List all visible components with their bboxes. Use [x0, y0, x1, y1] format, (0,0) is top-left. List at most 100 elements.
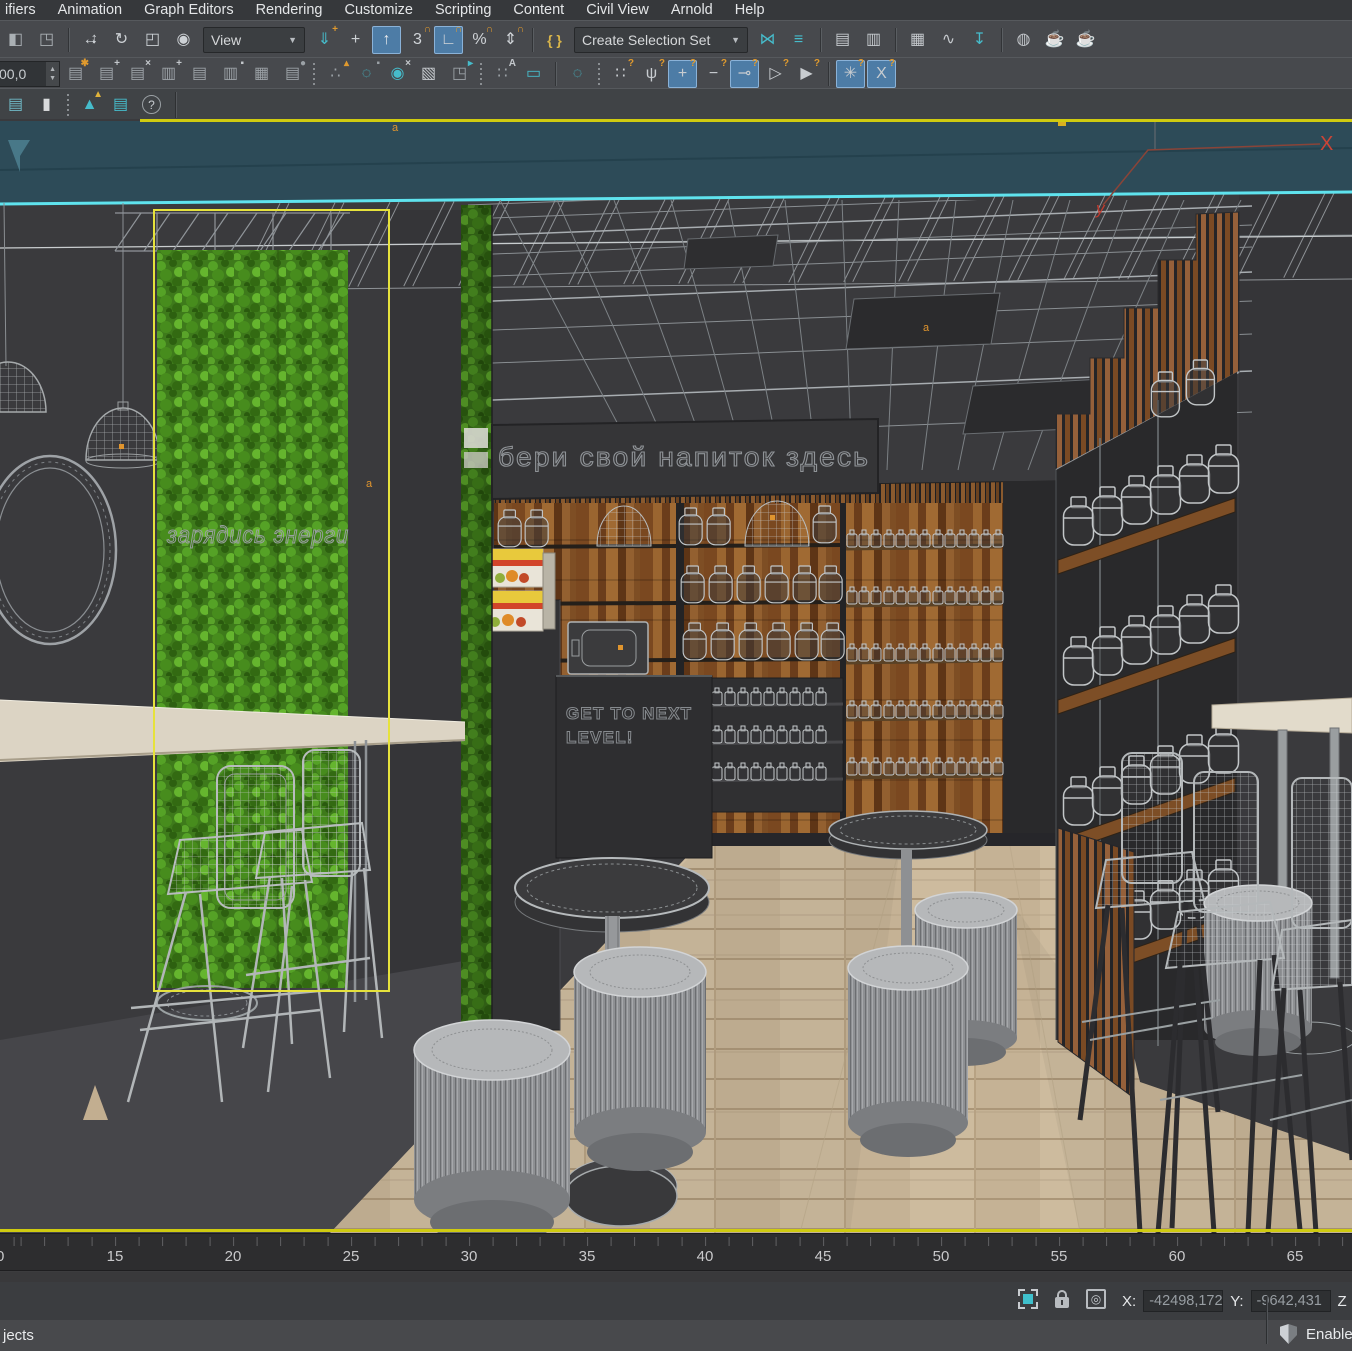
timeline-track-bar[interactable]: 101520253035404550556065 [0, 1233, 1352, 1283]
vertex-snap-icon[interactable]: ψ? [637, 60, 666, 88]
selection-set-dropdown[interactable]: Create Selection Set▼ [574, 27, 748, 53]
render-setup-icon[interactable]: ☕ [1040, 26, 1069, 54]
ceiling-light-panel[interactable] [846, 293, 1000, 349]
window-crossing-toggle-icon[interactable]: ◳ [32, 26, 61, 54]
angle-snap-icon[interactable]: ∟∩ [434, 26, 463, 54]
right-wall[interactable] [1239, 192, 1352, 702]
snaps-toggle-icon[interactable]: 3∩ [403, 26, 432, 54]
menu-item[interactable]: Customize [334, 0, 425, 20]
menu-item[interactable]: Civil View [575, 0, 660, 20]
ceiling-light-panel[interactable] [684, 235, 778, 269]
isolate-selection-icon[interactable]: ∴▴ [321, 60, 350, 88]
layer-stack-icon[interactable]: ▤ [1, 91, 30, 119]
layers-snaps-toolbar: 00,0▲▼ ▤✱▤+▤×▥+▤▥▪▦▤● ∴▴◌▪◉×▧◳▸ ∷A▭ ◌ ∷?… [0, 57, 1352, 90]
set-current-layer-icon[interactable]: ▥▪ [216, 60, 245, 88]
timeline-frame-label: 30 [461, 1248, 478, 1265]
scene-explorer-icon[interactable]: ▤ [828, 26, 857, 54]
ceiling-top-plane[interactable] [0, 121, 1352, 204]
select-objects-in-layer-icon[interactable]: ▤ [185, 60, 214, 88]
toolbar-separator [480, 63, 482, 85]
absolute-mode-icon[interactable]: ◎ [1086, 1289, 1106, 1309]
menu-item[interactable]: Graph Editors [133, 0, 244, 20]
add-to-current-layer-icon[interactable]: ▥+ [154, 60, 183, 88]
counter-sign-line2: LEVEL! [566, 728, 634, 747]
x-coord-field[interactable]: -42498,172 [1143, 1290, 1223, 1312]
percent-snap-icon[interactable]: %∩ [465, 26, 494, 54]
frozen-snap-icon[interactable]: ✳? [836, 60, 865, 88]
midpoint-snap-icon[interactable]: ⊸? [730, 60, 759, 88]
microwave-wireframe[interactable] [568, 622, 648, 674]
select-and-manipulate-icon[interactable]: + [341, 26, 370, 54]
select-and-move-icon[interactable]: ↔↕ [76, 26, 105, 54]
reference-coordinate-dropdown[interactable]: View▼ [203, 27, 305, 53]
select-place-icon[interactable]: ↑ [372, 26, 401, 54]
gizmo-toggle-icon[interactable]: ◳▸ [445, 60, 474, 88]
layer-manager-icon[interactable]: ▤✱ [61, 60, 90, 88]
y-coord-field[interactable]: -9642,431 [1251, 1290, 1331, 1312]
mirror-icon[interactable]: ⋈ [753, 26, 782, 54]
svg-text:a: a [392, 122, 399, 134]
pivot-snap-icon[interactable]: +? [668, 60, 697, 88]
3dsmax-window: { "menubar": { "items": ["ifiers", "Anim… [0, 0, 1352, 1351]
axis-y-label: y [1095, 199, 1106, 218]
moss-wall-text: зарядись энерги [166, 522, 349, 549]
grid-point-snap-icon[interactable]: ∷? [606, 60, 635, 88]
use-pivot-point-icon[interactable]: ⇓+ [310, 26, 339, 54]
menu-item[interactable]: Arnold [660, 0, 724, 20]
selection-brackets-icon[interactable]: ◌ [563, 60, 592, 88]
clipped-select-icon[interactable]: ◧ [1, 26, 30, 54]
align-icon[interactable]: ≡ [784, 26, 813, 54]
material-editor-icon[interactable]: ◍ [1009, 26, 1038, 54]
document-page-icon[interactable]: ▮ [32, 91, 61, 119]
toolbar-separator [598, 63, 600, 85]
layer-properties-icon[interactable]: ▤● [278, 60, 307, 88]
merge-layers-icon[interactable]: ▦ [247, 60, 276, 88]
measure-tool-icon[interactable]: ▭ [519, 60, 548, 88]
lock-icon[interactable] [1055, 1297, 1069, 1308]
layer-explorer-icon[interactable]: ▥ [859, 26, 888, 54]
spinner-snap-icon[interactable]: ⇕∩ [496, 26, 525, 54]
cylinder-stool[interactable] [574, 947, 706, 1171]
paint-objects-icon[interactable]: ▧ [414, 60, 443, 88]
timeline-frame-label: 20 [225, 1248, 242, 1265]
render-frame-icon[interactable]: ☕ [1071, 26, 1100, 54]
select-and-scale-icon[interactable]: ◰ [138, 26, 167, 54]
cylinder-stool[interactable] [848, 946, 968, 1157]
pivot-center-icon[interactable]: ◉ [169, 26, 198, 54]
y-coord-label: Y: [1230, 1293, 1243, 1310]
menu-item[interactable]: Scripting [424, 0, 502, 20]
curve-editor-icon[interactable]: ∿ [934, 26, 963, 54]
ribbon-toggle-icon[interactable]: ▦ [903, 26, 932, 54]
grid-align-icon[interactable]: ∷A [488, 60, 517, 88]
counter-sign-panel[interactable]: GET TO NEXT LEVEL! [556, 676, 712, 858]
perspective-viewport[interactable]: GET TO NEXT LEVEL! бери свой напиток зде… [0, 119, 1352, 1233]
select-and-rotate-icon[interactable]: ↻ [107, 26, 136, 54]
menu-item[interactable]: Content [502, 0, 575, 20]
schematic-view-icon[interactable]: ↧ [965, 26, 994, 54]
create-new-layer-icon[interactable]: ▤+ [92, 60, 121, 88]
coordinate-spinner-field[interactable]: 00,0▲▼ [0, 61, 60, 87]
xview-icon[interactable]: ◉× [383, 60, 412, 88]
face-snap-icon[interactable]: ▶? [792, 60, 821, 88]
viewport-scene[interactable]: GET TO NEXT LEVEL! бери свой напиток зде… [0, 119, 1352, 1233]
spinner-arrows-icon[interactable]: ▲▼ [46, 62, 59, 86]
menu-item[interactable]: Animation [47, 0, 133, 20]
viewport-border-bottom [0, 1229, 1352, 1232]
notes-list-icon[interactable]: ▤ [106, 91, 135, 119]
selection-lock-region-icon[interactable] [1018, 1289, 1038, 1309]
delete-layer-icon[interactable]: ▤× [123, 60, 152, 88]
named-selection-sets-icon[interactable]: { } [540, 26, 569, 54]
menu-item[interactable]: Rendering [245, 0, 334, 20]
help-icon[interactable]: ? [137, 91, 166, 119]
xref-snap-icon[interactable]: X? [867, 60, 896, 88]
banner-sign[interactable]: бери свой напиток здесь [492, 419, 878, 499]
endpoint-snap-icon[interactable]: −? [699, 60, 728, 88]
display-selected-icon[interactable]: ◌▪ [352, 60, 381, 88]
cylinder-stool[interactable] [414, 1020, 570, 1233]
menu-item[interactable]: ifiers [0, 0, 47, 20]
toolbar-separator [532, 28, 533, 52]
edge-snap-icon[interactable]: ▷? [761, 60, 790, 88]
menu-item[interactable]: Help [724, 0, 776, 20]
main-toolbar: ◧◳ ↔↕↻◰◉ View▼ ⇓++↑ 3∩∟∩%∩⇕∩ { } Create … [0, 20, 1352, 59]
forest-trees-icon[interactable]: ▲▲ [75, 91, 104, 119]
